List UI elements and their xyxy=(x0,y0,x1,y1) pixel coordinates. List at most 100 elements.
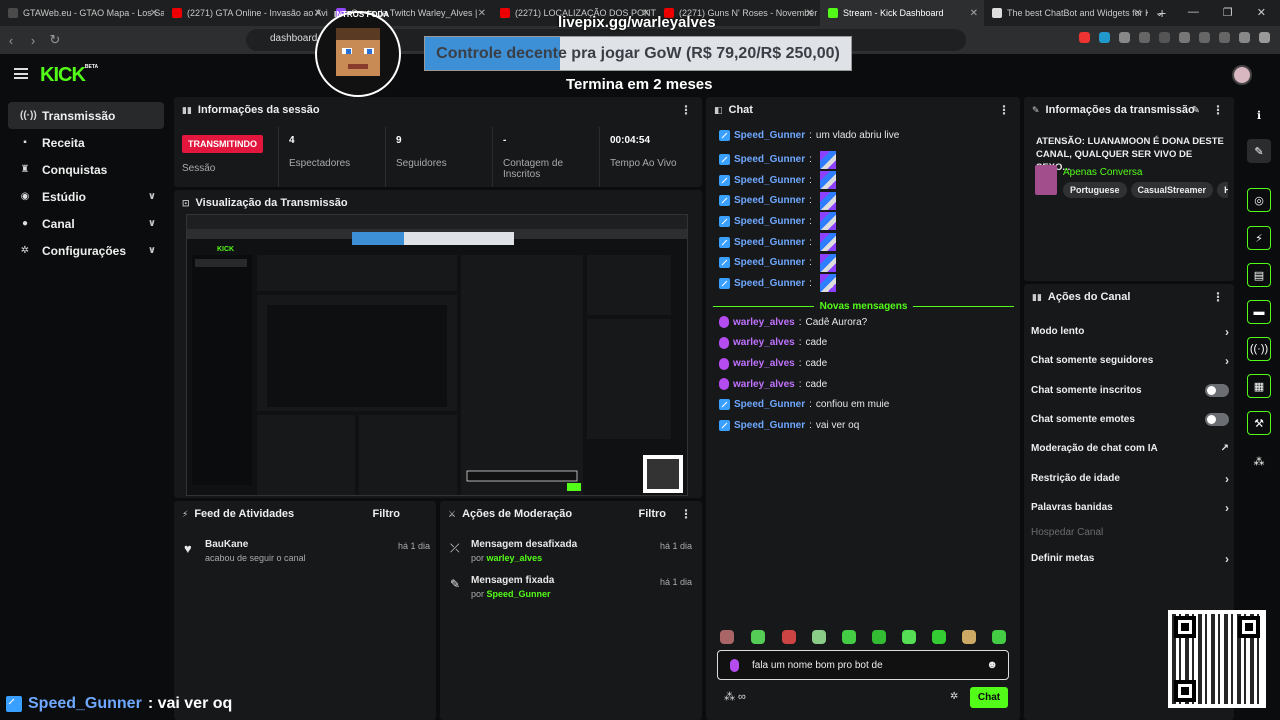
gear-icon[interactable] xyxy=(1119,32,1130,43)
extension-icon[interactable] xyxy=(1139,32,1150,43)
emote-icon[interactable] xyxy=(962,630,976,644)
emote-icon[interactable] xyxy=(872,630,886,644)
minimize-icon[interactable]: — xyxy=(1188,6,1199,19)
chat-username[interactable]: Speed_Gunner xyxy=(734,399,805,410)
emote-icon[interactable] xyxy=(992,630,1006,644)
emote-icon[interactable] xyxy=(812,630,826,644)
sidebar-item-receita[interactable]: ▪ Receita xyxy=(8,129,164,156)
menu-icon[interactable] xyxy=(14,68,28,79)
kick-logo[interactable]: KICKBETA xyxy=(40,64,98,87)
document-icon[interactable]: ▤ xyxy=(1247,263,1271,287)
shield-icon[interactable] xyxy=(1219,32,1230,43)
stream-preview-video[interactable]: KICK xyxy=(186,214,688,496)
filter-button[interactable]: Filtro xyxy=(639,508,667,520)
channel-action-5[interactable]: Restrição de idade › xyxy=(1031,472,1229,486)
emote-icon[interactable] xyxy=(720,630,734,644)
emote-icon[interactable] xyxy=(842,630,856,644)
extension-icon[interactable] xyxy=(1199,32,1210,43)
close-icon[interactable]: ✕ xyxy=(478,8,486,19)
menu-icon[interactable] xyxy=(1259,32,1270,43)
chat-username[interactable]: Speed_Gunner xyxy=(734,154,805,165)
chat-username[interactable]: warley_alves xyxy=(733,379,795,390)
filter-button[interactable]: Filtro xyxy=(373,508,401,520)
channel-action-3[interactable]: Chat somente emotes xyxy=(1031,413,1229,426)
emote-icon[interactable] xyxy=(782,630,796,644)
extension-icon[interactable] xyxy=(1099,32,1110,43)
download-icon[interactable] xyxy=(1239,32,1250,43)
chat-input[interactable]: fala um nome bom pro bot de ☻ xyxy=(717,650,1009,680)
emote-icon[interactable] xyxy=(902,630,916,644)
channel-action-4[interactable]: Moderação de chat com IA ↗ xyxy=(1031,442,1229,455)
more-icon[interactable]: ⋮ xyxy=(680,507,692,521)
music-icon[interactable] xyxy=(1159,32,1170,43)
points-icon[interactable]: ⁂ xyxy=(1247,449,1271,473)
chat-username[interactable]: Speed_Gunner xyxy=(734,237,805,248)
chat-username[interactable]: warley_alves xyxy=(733,337,795,348)
send-chat-button[interactable]: Chat xyxy=(970,687,1008,708)
emote-icon[interactable] xyxy=(932,630,946,644)
channel-action-1[interactable]: Chat somente seguidores › xyxy=(1031,354,1229,368)
chat-username[interactable]: Speed_Gunner xyxy=(734,257,805,268)
browser-tab[interactable]: GTAWeb.eu - GTAO Mapa - Los Santos✕ xyxy=(0,0,164,26)
chat-icon[interactable]: ▬ xyxy=(1247,300,1271,324)
browser-tab[interactable]: Stream - Kick Dashboard ✕ xyxy=(820,0,984,26)
channel-action-8[interactable]: Definir metas › xyxy=(1031,552,1229,566)
sidebar-item-estudio[interactable]: ◉ Estúdio ∨ xyxy=(8,183,164,210)
moderation-panel: ⚔ Ações de Moderação Filtro ⋮ ⤫ Mensagem de… xyxy=(440,501,702,720)
chat-username[interactable]: warley_alves xyxy=(733,317,795,328)
avatar[interactable] xyxy=(1232,65,1252,85)
chevron-right-icon: › xyxy=(1225,500,1229,515)
sidebar-item-configuracoes[interactable]: ✲ Configurações ∨ xyxy=(8,237,164,264)
chat-username[interactable]: warley_alves xyxy=(733,358,795,369)
chat-username[interactable]: Speed_Gunner xyxy=(734,420,805,431)
wrench-icon[interactable]: ⚒ xyxy=(1247,411,1271,435)
sidebar-icon[interactable] xyxy=(1179,32,1190,43)
chat-username[interactable]: Speed_Gunner xyxy=(734,175,805,186)
chat-username[interactable]: Speed_Gunner xyxy=(734,216,805,227)
restore-icon[interactable]: ❐ xyxy=(1223,6,1233,19)
close-icon[interactable]: ✕ xyxy=(1257,6,1266,19)
channel-action-label: Chat somente inscritos xyxy=(1031,385,1142,396)
back-icon[interactable]: ‹ xyxy=(0,33,22,48)
more-icon[interactable]: ⋮ xyxy=(1212,103,1224,117)
close-icon[interactable]: ✕ xyxy=(806,8,814,19)
gear-icon[interactable]: ✲ xyxy=(950,691,958,702)
chat-username[interactable]: Speed_Gunner xyxy=(734,130,805,141)
favicon-icon xyxy=(992,8,1002,18)
channel-action-0[interactable]: Modo lento › xyxy=(1031,325,1229,339)
emoji-icon[interactable]: ☻ xyxy=(986,659,998,671)
more-icon[interactable]: ⋮ xyxy=(1212,290,1224,304)
channel-action-6[interactable]: Palavras banidas › xyxy=(1031,500,1229,515)
toggle-switch[interactable] xyxy=(1205,413,1229,426)
chat-username[interactable]: Speed_Gunner xyxy=(734,195,805,206)
close-icon[interactable]: ✕ xyxy=(970,8,978,19)
record-icon[interactable] xyxy=(1079,32,1090,43)
info-icon[interactable]: ℹ xyxy=(1247,103,1271,127)
layout-icon[interactable]: ▦ xyxy=(1247,374,1271,398)
target-icon[interactable]: ◎ xyxy=(1247,188,1271,212)
kick-badge-icon xyxy=(719,174,730,186)
points-icon[interactable]: ⁂ ∞ xyxy=(724,690,746,703)
channel-action-label: Definir metas xyxy=(1031,553,1095,564)
more-icon[interactable]: ⋮ xyxy=(998,103,1010,117)
broadcast-icon[interactable]: ((·)) xyxy=(1247,337,1271,361)
pencil-icon[interactable]: ✎ xyxy=(1247,139,1271,163)
window-controls[interactable]: ⌄ — ❐ ✕ xyxy=(1141,0,1280,25)
chevron-down-icon[interactable]: ⌄ xyxy=(1155,6,1164,19)
browser-tab[interactable]: The best ChatBot and Widgets for K ✕ xyxy=(984,0,1148,26)
reload-icon[interactable]: ↻ xyxy=(44,32,66,48)
pencil-icon[interactable]: ✎ xyxy=(1192,105,1200,116)
emote-icon[interactable] xyxy=(751,630,765,644)
sidebar-item-transmissao[interactable]: ((·)) Transmissão xyxy=(8,102,164,129)
channel-action-2[interactable]: Chat somente inscritos xyxy=(1031,384,1229,397)
sidebar-item-canal[interactable]: ● Canal ∨ xyxy=(8,210,164,237)
category-link[interactable]: Apenas Conversa xyxy=(1063,167,1143,178)
toggle-switch[interactable] xyxy=(1205,384,1229,397)
chat-username[interactable]: Speed_Gunner xyxy=(734,278,805,289)
forward-icon[interactable]: › xyxy=(22,33,44,48)
more-icon[interactable]: ⋮ xyxy=(680,103,692,117)
sidebar-item-conquistas[interactable]: ♜ Conquistas xyxy=(8,156,164,183)
close-icon[interactable]: ✕ xyxy=(150,8,158,19)
bolt-icon[interactable]: ⚡ xyxy=(1247,226,1271,250)
browser-tab[interactable]: (2271) GTA Online - Invasão ao Avião ✕ xyxy=(164,0,328,26)
